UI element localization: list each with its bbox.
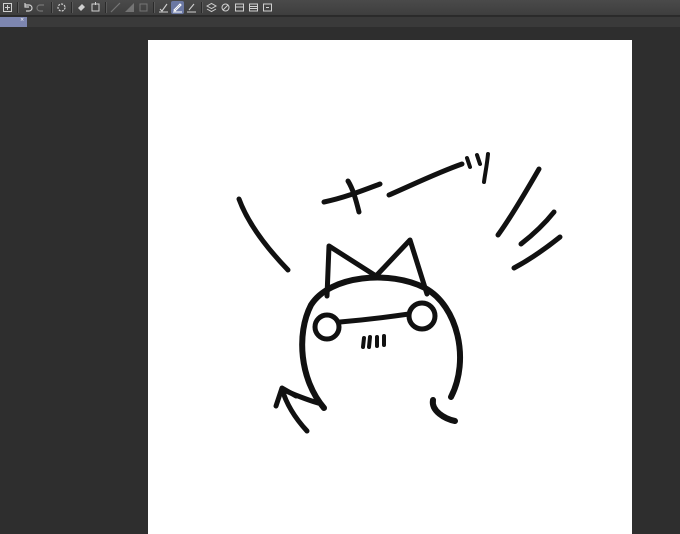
small-tsu-stroke-3 <box>482 152 490 184</box>
drawing-canvas[interactable] <box>148 40 632 534</box>
layer-icon[interactable] <box>205 1 218 14</box>
layer-mask-icon[interactable] <box>233 1 246 14</box>
small-tsu-stroke-1 <box>465 156 472 169</box>
layer-edit-icon[interactable] <box>219 1 232 14</box>
layer-merge-icon[interactable] <box>261 1 274 14</box>
fill-icon[interactable] <box>75 1 88 14</box>
undo-icon[interactable] <box>21 1 34 14</box>
selection-check-icon[interactable] <box>157 1 170 14</box>
mouth-stroke-1 <box>361 336 366 349</box>
toolbar-separator <box>51 2 53 13</box>
snap-special-icon[interactable] <box>137 1 150 14</box>
toolbar <box>0 0 680 16</box>
selection-pen-check-icon[interactable] <box>171 1 184 14</box>
snap-grid-icon[interactable] <box>123 1 136 14</box>
motion-line-right-1 <box>495 166 542 238</box>
selection-pen-icon[interactable] <box>185 1 198 14</box>
left-eye <box>312 312 342 342</box>
toolbar-separator <box>153 2 155 13</box>
motion-line-left <box>236 196 291 273</box>
right-eye <box>406 300 438 332</box>
transform-icon[interactable] <box>89 1 102 14</box>
layer-copy-icon[interactable] <box>247 1 260 14</box>
toolbar-separator <box>201 2 203 13</box>
close-icon[interactable]: × <box>20 18 24 23</box>
right-foot <box>429 397 458 424</box>
eye-bridge <box>337 311 412 325</box>
long-vowel-stroke <box>386 161 465 198</box>
new-page-icon[interactable] <box>1 1 14 14</box>
toolbar-separator <box>105 2 107 13</box>
toolbar-separator <box>17 2 19 13</box>
cat-ears <box>324 237 430 299</box>
document-tab-bar: × <box>0 17 680 27</box>
sketch-artwork <box>236 152 563 434</box>
motion-line-right-2 <box>518 209 557 247</box>
snap-ruler-icon[interactable] <box>109 1 122 14</box>
toolbar-separator <box>71 2 73 13</box>
document-tab[interactable]: × <box>0 17 27 27</box>
mouth-stroke-2 <box>367 335 372 349</box>
redo-icon[interactable] <box>35 1 48 14</box>
small-tsu-stroke-2 <box>475 153 482 166</box>
loading-icon[interactable] <box>55 1 68 14</box>
canvas-workspace[interactable] <box>0 27 680 534</box>
